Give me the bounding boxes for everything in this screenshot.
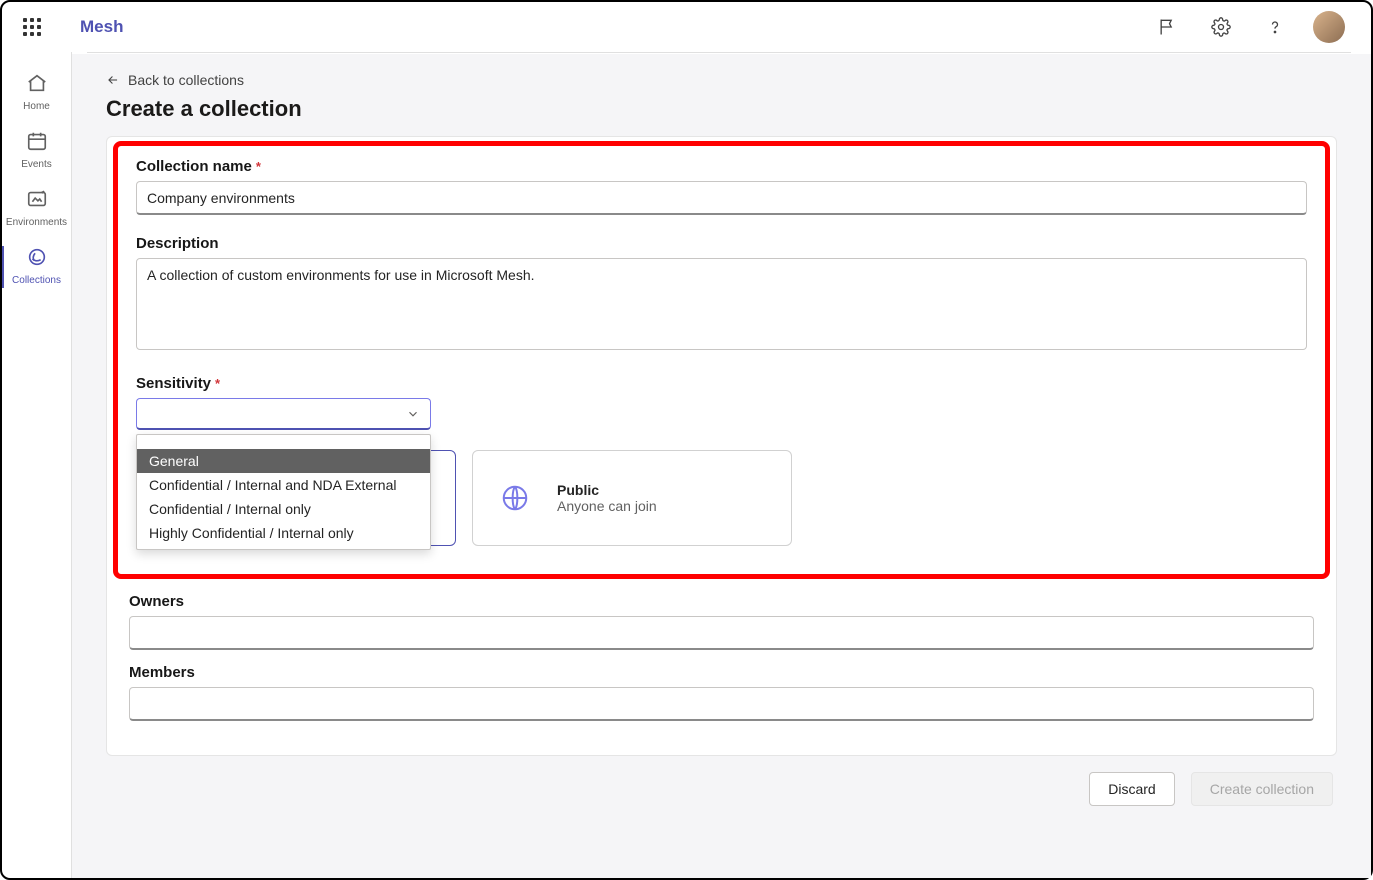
flag-button[interactable] <box>1151 11 1183 43</box>
top-header: Mesh <box>2 2 1371 52</box>
main-content: Back to collections Create a collection … <box>72 54 1371 878</box>
collection-name-label: Collection name <box>136 158 252 175</box>
collection-name-field: Collection name * <box>136 158 1307 215</box>
nav-label: Events <box>21 159 52 170</box>
dropdown-option-highly-confidential[interactable]: Highly Confidential / Internal only <box>137 521 430 545</box>
home-icon <box>26 72 48 99</box>
description-field: Description <box>136 235 1307 355</box>
nav-label: Home <box>23 101 50 112</box>
collection-name-input[interactable] <box>136 181 1307 215</box>
form-card: Collection name * Description Sensitivit… <box>106 136 1337 756</box>
required-mark: * <box>215 376 220 391</box>
discard-button[interactable]: Discard <box>1089 772 1174 806</box>
back-to-collections-link[interactable]: Back to collections <box>106 72 1337 88</box>
nav-item-events[interactable]: Events <box>2 122 72 180</box>
footer-actions: Discard Create collection <box>106 772 1337 806</box>
arrow-left-icon <box>106 73 120 87</box>
user-avatar[interactable] <box>1313 11 1345 43</box>
settings-button[interactable] <box>1205 11 1237 43</box>
access-public-sub: Anyone can join <box>557 498 657 514</box>
environments-icon <box>26 188 48 215</box>
owners-input[interactable] <box>129 616 1314 650</box>
description-label: Description <box>136 235 219 252</box>
dropdown-option-general[interactable]: General <box>137 449 430 473</box>
access-public-title: Public <box>557 482 657 498</box>
waffle-icon <box>23 18 41 36</box>
nav-label: Collections <box>12 275 61 286</box>
sensitivity-select[interactable] <box>136 398 431 430</box>
sensitivity-label: Sensitivity <box>136 375 211 392</box>
gear-icon <box>1211 17 1231 37</box>
page-title: Create a collection <box>106 96 1337 122</box>
back-label: Back to collections <box>128 72 244 88</box>
highlighted-section: Collection name * Description Sensitivit… <box>113 141 1330 579</box>
nav-item-home[interactable]: Home <box>2 64 72 122</box>
owners-field: Owners <box>129 593 1314 650</box>
description-textarea[interactable] <box>136 258 1307 350</box>
members-label: Members <box>129 664 195 681</box>
collections-icon <box>26 246 48 273</box>
members-input[interactable] <box>129 687 1314 721</box>
required-mark: * <box>256 159 261 174</box>
nav-label: Environments <box>6 217 67 228</box>
help-button[interactable] <box>1259 11 1291 43</box>
sensitivity-dropdown: General Confidential / Internal and NDA … <box>136 434 431 550</box>
nav-item-environments[interactable]: Environments <box>2 180 72 238</box>
help-icon <box>1265 17 1285 37</box>
globe-icon <box>491 474 539 522</box>
access-card-public[interactable]: Public Anyone can join <box>472 450 792 546</box>
create-collection-button: Create collection <box>1191 772 1333 806</box>
nav-item-collections[interactable]: Collections <box>2 238 72 296</box>
dropdown-option-confidential-internal[interactable]: Confidential / Internal only <box>137 497 430 521</box>
app-title: Mesh <box>80 17 123 37</box>
sensitivity-field: Sensitivity * General Confidential / Int… <box>136 375 1307 430</box>
chevron-down-icon <box>406 407 420 421</box>
flag-icon <box>1157 17 1177 37</box>
header-actions <box>1151 11 1345 43</box>
left-nav: Home Events Environments Collections <box>2 52 72 878</box>
app-launcher-button[interactable] <box>12 18 52 36</box>
owners-label: Owners <box>129 593 184 610</box>
calendar-icon <box>26 130 48 157</box>
members-field: Members <box>129 664 1314 721</box>
dropdown-option-confidential-nda[interactable]: Confidential / Internal and NDA External <box>137 473 430 497</box>
